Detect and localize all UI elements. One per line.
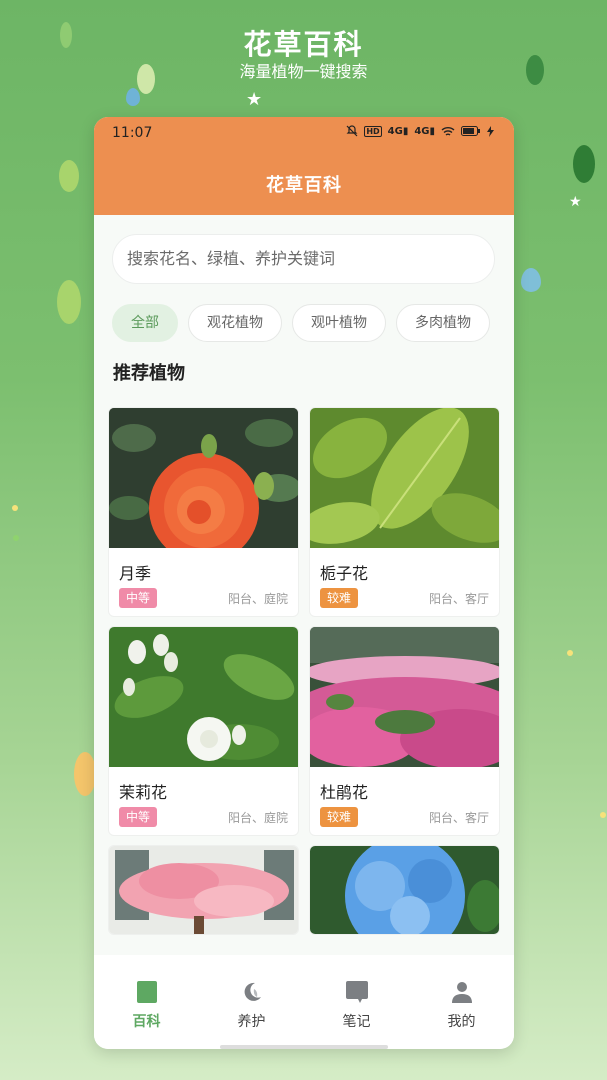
chip-foliage-plants[interactable]: 观叶植物	[292, 304, 386, 342]
plant-card[interactable]: 月季 中等 阳台、庭院	[108, 407, 299, 617]
chip-succulents[interactable]: 多肉植物	[396, 304, 490, 342]
bottom-tab-bar: 百科 养护 笔记 我的	[94, 955, 514, 1049]
plant-image	[109, 408, 298, 548]
plant-card[interactable]	[309, 845, 500, 935]
status-icons: HD 4G▮ 4G▮	[346, 125, 494, 137]
app-bar: 11:07 HD 4G▮ 4G▮ 花草百科	[94, 117, 514, 215]
star-decoration: ★	[246, 89, 263, 110]
tab-notes[interactable]: 笔记	[304, 955, 409, 1049]
4g-signal-icon: 4G▮	[387, 125, 409, 137]
app-title: 花草百科	[266, 175, 342, 196]
chip-all[interactable]: 全部	[112, 304, 178, 342]
promo-title: 花草百科	[243, 28, 364, 61]
hd-icon: HD	[364, 125, 382, 137]
moon-leaf-icon	[241, 981, 263, 1007]
tab-label: 养护	[237, 1014, 266, 1030]
plant-card[interactable]: 栀子花 较难 阳台、客厅	[309, 407, 500, 617]
plant-card[interactable]: 杜鹃花 较难 阳台、客厅	[309, 626, 500, 836]
note-icon	[345, 981, 368, 1007]
battery-icon	[461, 126, 480, 136]
leaf-decoration	[573, 145, 595, 183]
leaf-decoration	[59, 160, 79, 192]
tab-encyclopedia[interactable]: 百科	[94, 955, 199, 1049]
dot-decoration	[600, 812, 606, 818]
phone-screen: 11:07 HD 4G▮ 4G▮ 花草百科 搜索花名、绿植、养护关键词 全部 观…	[94, 117, 514, 1049]
leaf-decoration	[57, 280, 81, 324]
plant-location: 阳台、庭院	[227, 592, 288, 606]
promo-subtitle: 海量植物一键搜索	[239, 62, 368, 81]
book-icon	[136, 981, 157, 1007]
plant-card[interactable]: 茉莉花 中等 阳台、庭院	[108, 626, 299, 836]
plant-name: 茉莉花	[119, 783, 168, 802]
search-input[interactable]: 搜索花名、绿植、养护关键词	[112, 234, 495, 284]
4g-signal-icon: 4G▮	[414, 125, 435, 137]
home-indicator[interactable]	[220, 1045, 388, 1049]
difficulty-badge: 中等	[119, 807, 158, 827]
tab-care[interactable]: 养护	[199, 955, 304, 1049]
dot-decoration	[567, 650, 573, 656]
tab-label: 百科	[132, 1014, 161, 1030]
plant-location: 阳台、庭院	[227, 811, 288, 825]
promo-header: 花草百科 海量植物一键搜索	[0, 28, 607, 82]
star-decoration: ★	[569, 194, 582, 210]
mute-icon	[346, 125, 358, 137]
user-icon	[451, 981, 472, 1007]
tab-profile[interactable]: 我的	[409, 955, 514, 1049]
plant-name: 栀子花	[320, 564, 369, 583]
plant-image	[310, 846, 499, 934]
drop-decoration	[521, 268, 541, 292]
plant-card[interactable]	[108, 845, 299, 935]
dot-decoration	[12, 505, 18, 511]
plant-image	[109, 627, 298, 767]
status-time: 11:07	[112, 125, 153, 141]
charging-icon	[487, 125, 494, 137]
plant-image	[310, 408, 499, 548]
tab-label: 笔记	[342, 1014, 371, 1030]
dot-decoration	[13, 535, 19, 541]
chip-flowering-plants[interactable]: 观花植物	[188, 304, 282, 342]
difficulty-badge: 中等	[119, 588, 158, 608]
difficulty-badge: 较难	[320, 588, 359, 608]
plant-image	[310, 627, 499, 767]
drop-decoration	[126, 88, 140, 106]
plant-image	[109, 846, 298, 934]
wifi-icon	[441, 126, 455, 136]
flower-decoration	[74, 752, 96, 796]
tab-label: 我的	[447, 1014, 476, 1030]
plant-location: 阳台、客厅	[428, 592, 489, 606]
plant-name: 月季	[119, 564, 152, 583]
plant-location: 阳台、客厅	[428, 811, 489, 825]
plant-name: 杜鹃花	[320, 783, 369, 802]
section-title: 推荐植物	[113, 363, 185, 384]
difficulty-badge: 较难	[320, 807, 359, 827]
category-chips: 全部 观花植物 观叶植物 多肉植物	[112, 304, 490, 342]
